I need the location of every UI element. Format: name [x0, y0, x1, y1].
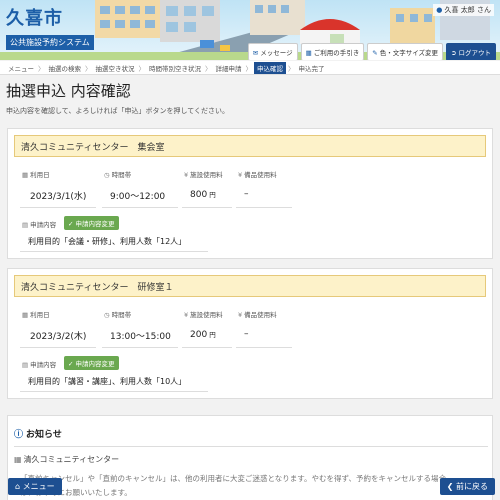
crumb-separator: 〉 [245, 64, 253, 73]
brush-icon: ✎ [372, 49, 378, 57]
clock-icon: ◷ [104, 311, 110, 319]
crumb-separator: 〉 [288, 64, 295, 73]
info-icon: ⓘ [14, 430, 24, 440]
user-name: 久喜 太郎 さん [444, 6, 491, 14]
facility-fee: 800 円 [190, 190, 216, 200]
divider [236, 347, 292, 348]
notice-line: は、お早めにお願いいたします。 [20, 488, 132, 497]
date-label: ▦ 利用日 [22, 311, 50, 319]
request-label: ▤ 申請内容 [22, 361, 57, 369]
user-icon: ● [436, 6, 443, 14]
message-button[interactable]: ✉ メッセージ [247, 43, 298, 60]
divider [182, 347, 232, 348]
breadcrumb: メニュー 〉 抽選の検索 〉 抽選空き状況 〉 時間帯別空き状況 〉 詳細申請 … [0, 61, 500, 75]
notice-panel: ⓘ お知らせ ▦ 清久コミュニティセンター 「直前キャンセル」や「直前のキャンセル」… [7, 415, 493, 500]
request-label: ▤ 申請内容 [22, 221, 57, 229]
crumb-separator: 〉 [85, 64, 92, 73]
crumb-separator: 〉 [138, 64, 146, 73]
crumb-separator: 〉 [38, 64, 45, 73]
facility-name: 清久コミュニティセンター 集会室 [14, 135, 486, 157]
usage-purpose: 利用目的「講習・講座」、利用人数「10人」 [28, 377, 187, 386]
divider [14, 446, 488, 447]
crumb-separator: 〉 [205, 64, 212, 73]
equipment-fee-label: ¥ 備品使用料 [238, 311, 277, 319]
divider [20, 347, 96, 348]
yen-icon: ¥ [184, 171, 189, 179]
equipment-fee: – [244, 329, 249, 339]
city-name: 久喜市 [6, 8, 63, 29]
document-icon: ▤ [22, 361, 29, 369]
header-buttons: ✉ メッセージ ▦ ご利用の手引き ✎ 色・文字サイズ変更 ➲ ログアウト [247, 43, 496, 60]
page-description: 申込内容を確認して、よろしければ「申込」ボタンを押してください。 [6, 107, 230, 115]
chevron-left-icon: ❮ [446, 482, 454, 491]
crumb-confirm: 申込確認 [254, 61, 286, 74]
date-label: ▦ 利用日 [22, 171, 50, 179]
crumb-complete: 申込完了 [298, 64, 325, 73]
usage-time: 13:00～15:00 [110, 332, 171, 342]
divider [20, 207, 96, 208]
yen-icon: ¥ [238, 311, 243, 319]
change-request-button[interactable]: ✓ 申請内容変更 [64, 216, 119, 230]
notice-text: 「直前キャンセル」や「直前のキャンセル」は、他の利用者に大変ご迷惑となります。や… [20, 472, 490, 500]
divider [236, 207, 292, 208]
equipment-fee-label: ¥ 備品使用料 [238, 171, 277, 179]
crumb-menu[interactable]: メニュー [6, 63, 36, 73]
page-title: 抽選申込 内容確認 [6, 82, 131, 100]
facility-fee-label: ¥ 施設使用料 [184, 171, 223, 179]
equipment-fee: – [244, 189, 249, 199]
user-info: ● 久喜 太郎 さん [433, 4, 494, 16]
crumb-detail[interactable]: 詳細申請 [214, 63, 244, 73]
system-name: 公共施設予約システム [6, 35, 94, 50]
notice-facility: ▦ 清久コミュニティセンター [14, 455, 120, 464]
logout-icon: ➲ [451, 49, 457, 57]
facility-fee: 200 円 [190, 330, 216, 340]
usage-date: 2023/3/2(木) [30, 332, 87, 342]
notice-title: ⓘ お知らせ [14, 430, 62, 440]
building-icon: ▦ [14, 455, 22, 464]
clock-icon: ◷ [104, 171, 110, 179]
divider [102, 347, 178, 348]
crumb-time-availability[interactable]: 時間帯別空き状況 [147, 63, 203, 73]
yen-icon: ¥ [238, 171, 243, 179]
message-icon: ✉ [252, 49, 259, 57]
application-card: 清久コミュニティセンター 研修室１ ▦ 利用日 ◷ 時間帯 ¥ 施設使用料 ¥ 備品使用… [7, 268, 493, 399]
usage-date: 2023/3/1(水) [30, 192, 87, 202]
divider [20, 391, 208, 392]
yen-icon: ¥ [184, 311, 189, 319]
display-settings-button[interactable]: ✎ 色・文字サイズ変更 [367, 43, 444, 60]
document-icon: ▤ [22, 221, 29, 229]
logout-button[interactable]: ➲ ログアウト [446, 43, 496, 60]
time-label: ◷ 時間帯 [104, 171, 132, 179]
usage-time: 9:00～12:00 [110, 192, 166, 202]
change-request-button[interactable]: ✓ 申請内容変更 [64, 356, 119, 370]
divider [182, 207, 232, 208]
back-button[interactable]: ❮ 前に戻る [439, 478, 495, 495]
calendar-icon: ▦ [22, 171, 29, 179]
time-label: ◷ 時間帯 [104, 311, 132, 319]
menu-button[interactable]: ⌂ メニュー [8, 478, 62, 495]
divider [20, 251, 208, 252]
site-logo[interactable]: 久喜市 公共施設予約システム [6, 4, 94, 50]
header-banner: 久喜市 公共施設予約システム ● 久喜 太郎 さん ✉ メッセージ ▦ ご利用の手引… [0, 0, 500, 60]
crumb-search[interactable]: 抽選の検索 [47, 63, 84, 73]
howto-button[interactable]: ▦ ご利用の手引き [300, 43, 365, 60]
crumb-availability[interactable]: 抽選空き状況 [94, 63, 137, 73]
home-icon: ⌂ [15, 482, 21, 491]
facility-name: 清久コミュニティセンター 研修室１ [14, 275, 486, 297]
usage-purpose: 利用目的「会議・研修」、利用人数「12人」 [28, 237, 187, 246]
book-icon: ▦ [305, 49, 312, 57]
facility-fee-label: ¥ 施設使用料 [184, 311, 223, 319]
calendar-icon: ▦ [22, 311, 29, 319]
application-card: 清久コミュニティセンター 集会室 ▦ 利用日 ◷ 時間帯 ¥ 施設使用料 ¥ 備品使用料… [7, 128, 493, 259]
notice-line: 「直前キャンセル」や「直前のキャンセル」は、他の利用者に大変ご迷惑となります。や… [20, 474, 446, 483]
divider [102, 207, 178, 208]
